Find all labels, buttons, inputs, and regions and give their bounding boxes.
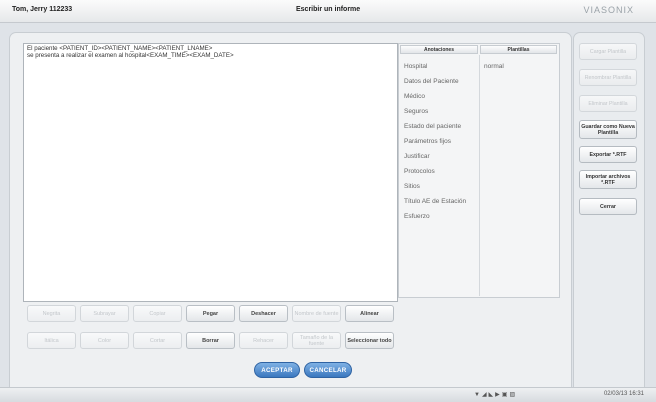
template-item[interactable]: normal	[484, 63, 504, 70]
select-all-button[interactable]: Seleccionar todo	[345, 332, 394, 349]
editor-line: se presenta a realizar el examen al hosp…	[27, 52, 234, 59]
align-button[interactable]: Alinear	[345, 305, 394, 322]
annotation-item[interactable]: Hospital	[404, 63, 427, 70]
delete-template-button[interactable]: Eliminar Plantilla	[579, 95, 637, 112]
title-bar: Tom, Jerry 112233 Escribir un informe VI…	[0, 0, 656, 23]
annotation-item[interactable]: Datos del Paciente	[404, 78, 459, 85]
annotations-header: Anotaciones	[400, 45, 478, 54]
paste-button[interactable]: Pegar	[186, 305, 235, 322]
delete-button[interactable]: Borrar	[186, 332, 235, 349]
system-tray-icons[interactable]: ▼◢◣▶▣▨	[474, 391, 517, 398]
save-new-template-button[interactable]: Guardar como Nueva Plantilla	[579, 120, 637, 139]
cancel-button[interactable]: CANCELAR	[304, 362, 352, 378]
annotation-item[interactable]: Justificar	[404, 153, 430, 160]
templates-header: Plantillas	[480, 45, 557, 54]
import-rtf-button[interactable]: Importar archivos *.RTF	[579, 170, 637, 189]
redo-button[interactable]: Rehacer	[239, 332, 288, 349]
editor-line: El paciente <PATIENT_ID><PATIENT_NAME><P…	[27, 45, 213, 52]
undo-button[interactable]: Deshacer	[239, 305, 288, 322]
clock: 02/03/13 16:31	[603, 391, 644, 397]
annotation-item[interactable]: Esfuerzo	[404, 213, 430, 220]
load-template-button[interactable]: Cargar Plantilla	[579, 43, 637, 60]
patient-info: Tom, Jerry 112233	[12, 6, 73, 13]
taskbar: ▼◢◣▶▣▨ 02/03/13 16:31	[0, 387, 656, 402]
copy-button[interactable]: Copiar	[133, 305, 182, 322]
font-name-button[interactable]: Nombre de fuente	[292, 305, 341, 322]
annotation-item[interactable]: Parámetros fijos	[404, 138, 451, 145]
annotation-item[interactable]: Sitios	[404, 183, 420, 190]
color-button[interactable]: Color	[80, 332, 129, 349]
report-editor[interactable]: El paciente <PATIENT_ID><PATIENT_NAME><P…	[23, 43, 398, 302]
annotation-item[interactable]: Médico	[404, 93, 425, 100]
annotation-item[interactable]: Título AE de Estación	[404, 198, 466, 205]
column-divider	[479, 55, 480, 296]
font-size-button[interactable]: Tamaño de la fuente	[292, 332, 341, 349]
annotation-item[interactable]: Estado del paciente	[404, 123, 461, 130]
cut-button[interactable]: Cortar	[133, 332, 182, 349]
underline-button[interactable]: Subrayar	[80, 305, 129, 322]
rename-template-button[interactable]: Renombrar Plantilla	[579, 69, 637, 86]
brand-logo: VIASONIX	[583, 5, 634, 15]
italic-button[interactable]: Itálica	[27, 332, 76, 349]
close-button[interactable]: Cerrar	[579, 198, 637, 215]
annotation-item[interactable]: Seguros	[404, 108, 428, 115]
annotations-panel: Anotaciones Plantillas Hospital Datos de…	[398, 43, 560, 298]
window-title: Escribir un informe	[296, 6, 361, 13]
bold-button[interactable]: Negrita	[27, 305, 76, 322]
annotation-item[interactable]: Protocolos	[404, 168, 435, 175]
accept-button[interactable]: ACEPTAR	[254, 362, 300, 378]
export-rtf-button[interactable]: Exportar *.RTF	[579, 146, 637, 163]
